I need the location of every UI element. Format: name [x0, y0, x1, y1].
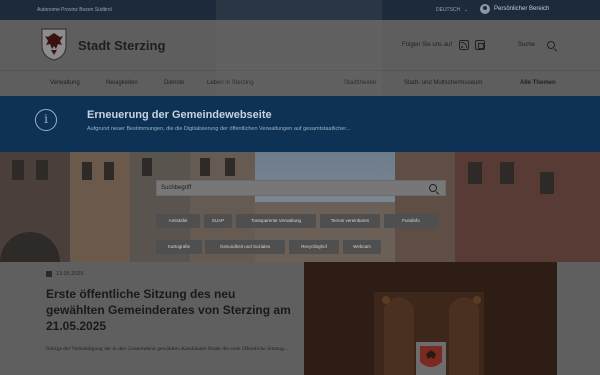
site-title[interactable]: Stadt Sterzing — [78, 38, 165, 53]
news-excerpt: Infolge der Verkündigung der in den Geme… — [46, 346, 289, 352]
page-gutter — [557, 262, 600, 375]
calendar-icon — [46, 271, 52, 277]
hero-search-input[interactable]: Suchbegriff — [156, 180, 446, 196]
info-icon: i — [35, 109, 57, 131]
news-date: 13.05.2025 — [56, 271, 84, 277]
search-placeholder: Suchbegriff — [161, 185, 192, 191]
news-image[interactable] — [304, 262, 557, 375]
rss-icon[interactable] — [459, 40, 469, 50]
banner-text: Aufgrund neuer Bestimmungen, die die Dig… — [87, 126, 351, 132]
notice-banner[interactable] — [0, 96, 600, 152]
follow-us-label: Folgen Sie uns auf — [402, 42, 453, 48]
chip-suap[interactable]: SUAP — [204, 214, 232, 228]
chip-termin-vereinbaren[interactable]: Termin vereinbaren — [320, 214, 380, 228]
dropdown-shadow — [216, 0, 382, 104]
nav-item-neuigkeiten[interactable]: Neuigkeiten — [106, 80, 138, 86]
search-icon[interactable] — [429, 184, 437, 192]
coat-of-arms-logo[interactable] — [40, 27, 68, 61]
banner-title: Erneuerung der Gemeindewebseite — [87, 109, 272, 121]
chip-recyclinghof[interactable]: Recyclinghof — [289, 240, 339, 254]
chip-fundinfo[interactable]: Fundinfo — [384, 214, 438, 228]
language-selector[interactable]: DEUTSCH ⌄ — [436, 7, 468, 13]
chevron-down-icon: ⌄ — [464, 7, 469, 13]
region-link[interactable]: Autonome Provinz Bozen Südtirol — [37, 7, 112, 13]
chip-kartografie[interactable]: Kartografie — [156, 240, 202, 254]
personal-area-link[interactable]: Persönlicher Bereich — [480, 4, 549, 14]
personal-area-label: Persönlicher Bereich — [494, 6, 550, 12]
video-icon[interactable] — [475, 40, 485, 50]
nav-item-museum[interactable]: Stadt- und Multschermuseum — [404, 80, 482, 86]
chip-webcam[interactable]: Webcam — [343, 240, 381, 254]
nav-item-dienste[interactable]: Dienste — [164, 80, 184, 86]
chip-amtstafel[interactable]: Amtstafel — [156, 214, 200, 228]
nav-item-alle-themen[interactable]: Alle Themen — [520, 80, 556, 86]
chip-gesundheit-soziales[interactable]: Gesundheit und Soziales — [205, 240, 285, 254]
chip-transparente-verwaltung[interactable]: Transparente Verwaltung — [236, 214, 316, 228]
news-title[interactable]: Erste öffentliche Sitzung des neu gewähl… — [46, 286, 296, 334]
nav-item-verwaltung[interactable]: Verwaltung — [50, 80, 80, 86]
language-label: DEUTSCH — [436, 7, 461, 13]
search-link[interactable]: Suche — [518, 42, 535, 48]
search-icon[interactable] — [547, 41, 555, 49]
user-icon — [480, 4, 490, 14]
